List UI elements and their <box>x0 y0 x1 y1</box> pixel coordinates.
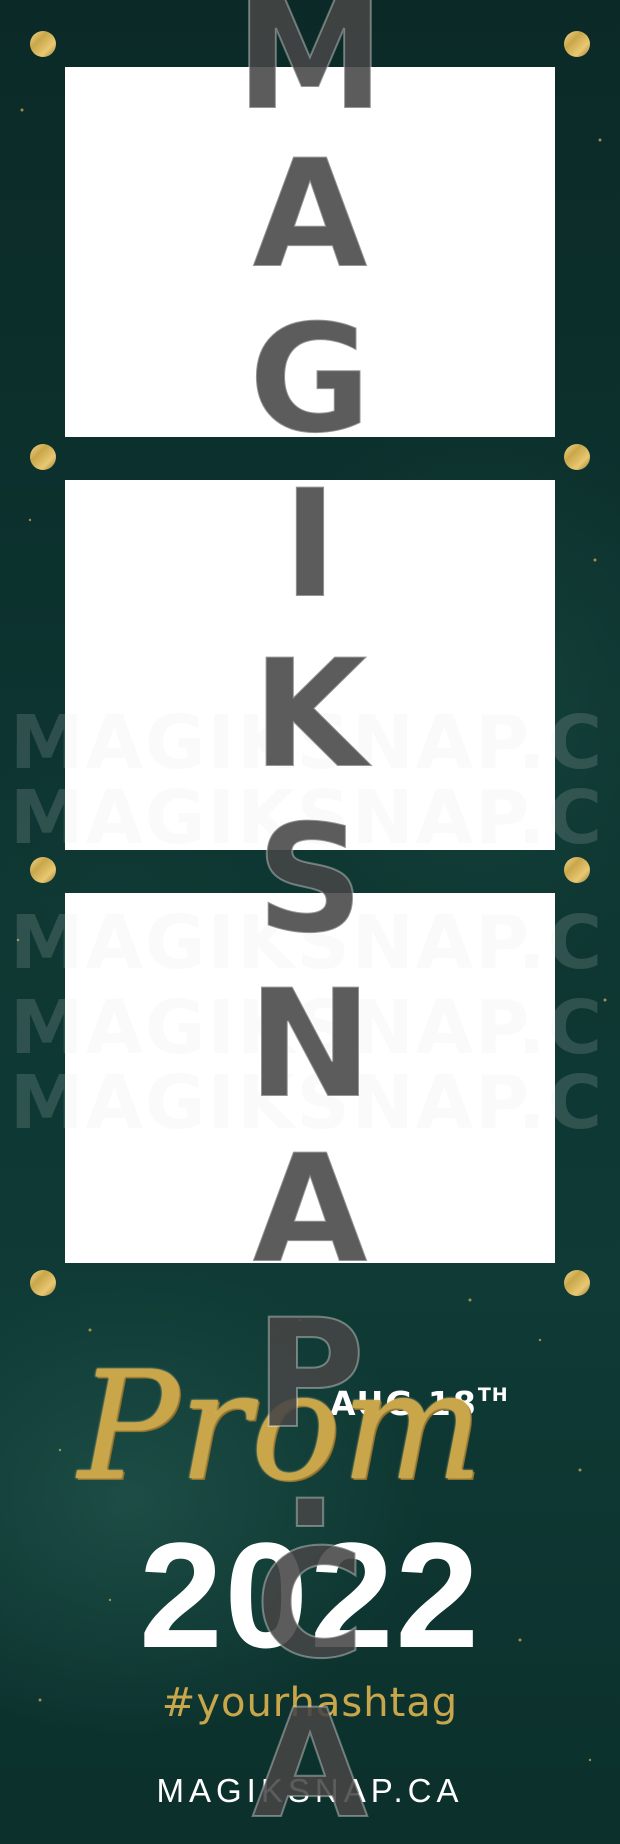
photo-strip: MAGIKSNAP.C MAGIKSNAP.C MAGIKSNAP.C MAGI… <box>0 0 620 1844</box>
watermark-letter: M <box>234 0 385 144</box>
watermark-letter: G <box>247 293 372 467</box>
watermark-letter: A <box>251 128 369 302</box>
watermark-letter: N <box>246 958 374 1132</box>
watermark-letter: S <box>255 793 365 967</box>
watermark-letter: C <box>254 1518 366 1692</box>
watermark-letter: A <box>251 1123 369 1297</box>
watermark-letter: I <box>281 458 339 632</box>
watermark-letter: K <box>251 628 369 802</box>
watermark-letter: A <box>251 1678 369 1844</box>
vertical-watermark: M A G I K S N A P . C A <box>200 0 420 1844</box>
